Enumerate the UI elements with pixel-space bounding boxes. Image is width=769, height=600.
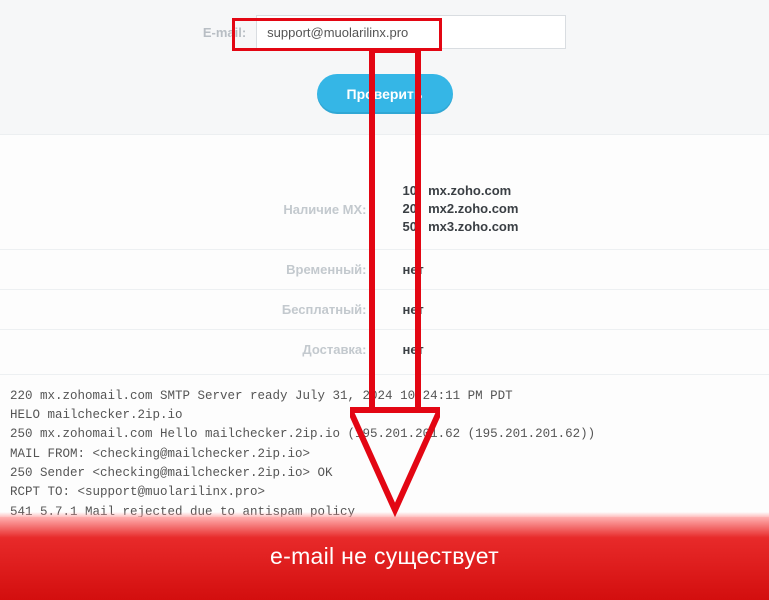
result-row-free: Бесплатный: нет bbox=[0, 289, 769, 329]
mx-list: 10 mx.zoho.com 20 mx2.zoho.com 50 mx3.zo… bbox=[385, 182, 769, 237]
smtp-log: 220 mx.zohomail.com SMTP Server ready Ju… bbox=[0, 374, 769, 535]
email-label: E-mail: bbox=[203, 25, 246, 40]
delivery-value: нет bbox=[385, 342, 769, 357]
results-area: Наличие MX: 10 mx.zoho.com 20 mx2.zoho.c… bbox=[0, 170, 769, 369]
result-row-delivery: Доставка: нет bbox=[0, 329, 769, 369]
mx-entry: 10 mx.zoho.com bbox=[403, 182, 769, 200]
free-value: нет bbox=[385, 302, 769, 317]
email-input[interactable] bbox=[256, 15, 566, 49]
result-banner-text: e-mail не существует bbox=[270, 543, 499, 569]
mx-entry: 50 mx3.zoho.com bbox=[403, 218, 769, 236]
form-area: E-mail: Проверить bbox=[0, 0, 769, 135]
free-label: Бесплатный: bbox=[0, 302, 385, 317]
check-button[interactable]: Проверить bbox=[317, 74, 453, 114]
result-row-mx: Наличие MX: 10 mx.zoho.com 20 mx2.zoho.c… bbox=[0, 170, 769, 249]
mx-entry: 20 mx2.zoho.com bbox=[403, 200, 769, 218]
temporary-label: Временный: bbox=[0, 262, 385, 277]
mx-label: Наличие MX: bbox=[0, 202, 385, 217]
result-banner: e-mail не существует bbox=[0, 517, 769, 600]
result-row-temporary: Временный: нет bbox=[0, 249, 769, 289]
email-row: E-mail: bbox=[0, 15, 769, 49]
delivery-label: Доставка: bbox=[0, 342, 385, 357]
temporary-value: нет bbox=[385, 262, 769, 277]
